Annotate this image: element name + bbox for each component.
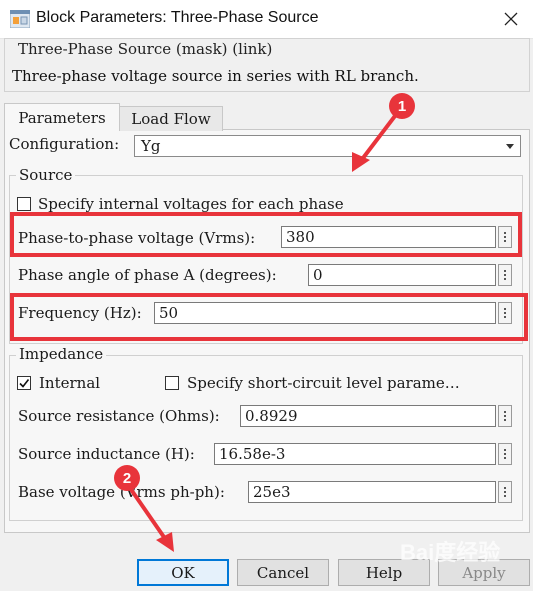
arrow-1-line	[358, 110, 400, 164]
watermark: Bai度经验	[400, 540, 501, 565]
annotation-badge-1: 1	[389, 93, 415, 119]
tab-parameters[interactable]: Parameters	[4, 103, 120, 131]
arrow-2-head	[156, 532, 174, 552]
arrow-2-line	[128, 486, 168, 542]
annotation-arrows	[128, 110, 400, 552]
annotation-badge-2: 2	[114, 465, 140, 491]
